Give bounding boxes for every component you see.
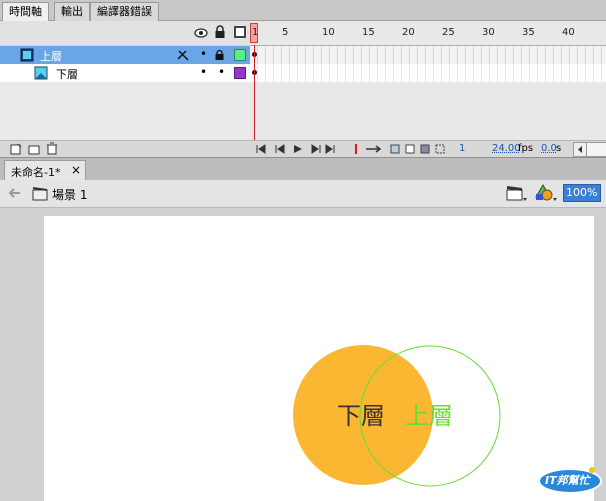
edit-bar: 場景 1 100%	[0, 180, 606, 208]
layer-name-lower: 下層	[56, 68, 78, 81]
trash-icon[interactable]	[46, 142, 58, 155]
frame-row-upper[interactable]	[250, 46, 606, 64]
ruler-label: 5	[282, 27, 289, 38]
fps-label: fps	[518, 143, 534, 154]
outline-icon[interactable]	[234, 26, 246, 38]
layer-icon	[20, 48, 34, 62]
stage[interactable]: 下層 上層	[44, 216, 594, 501]
document-tab-bar: 未命名-1* ×	[0, 157, 606, 181]
ruler-label: 40	[562, 27, 575, 38]
ruler-label: 20	[402, 27, 415, 38]
layer-row-lower[interactable]: 下層 • •	[0, 64, 250, 82]
scene-clapper-icon	[32, 187, 48, 201]
new-layer-icon[interactable]	[10, 143, 22, 155]
edit-scene-icon[interactable]	[506, 184, 528, 202]
pencil-cross-icon	[177, 50, 189, 61]
new-folder-icon[interactable]	[28, 143, 40, 155]
upper-text[interactable]: 上層	[405, 402, 453, 430]
watermark: IT邦幫忙	[537, 464, 603, 494]
zoom-value: 100%	[566, 186, 598, 199]
ruler-label: 30	[482, 27, 495, 38]
tab-compiler-errors-label: 編譯器錯誤	[97, 5, 152, 18]
layer-color-swatch[interactable]	[234, 49, 246, 61]
scroll-left-button[interactable]	[573, 142, 587, 157]
current-frame[interactable]: 1	[459, 143, 465, 154]
edit-multiple-frames-icon[interactable]	[390, 143, 448, 155]
tab-output-label: 輸出	[61, 5, 83, 18]
edit-symbols-icon[interactable]	[533, 183, 559, 203]
scene-label: 場景 1	[52, 188, 88, 202]
frame-row-lower[interactable]	[250, 64, 606, 82]
lock-icon[interactable]	[214, 49, 225, 61]
ruler-label: 35	[522, 27, 535, 38]
tab-output[interactable]: 輸出	[54, 2, 90, 21]
time-unit-label: s	[556, 143, 562, 154]
layer-color-swatch[interactable]	[234, 67, 246, 79]
frame-rate[interactable]: 24.00	[492, 143, 521, 154]
ruler-label: 1	[252, 27, 259, 38]
onion-skin-icon[interactable]	[352, 143, 386, 155]
horizontal-scrollbar[interactable]	[586, 142, 606, 157]
tab-timeline-label: 時間軸	[9, 5, 42, 18]
ruler-label: 10	[322, 27, 335, 38]
frame-ruler[interactable]: 1 5 10 15 20 25 30 35 40	[250, 21, 606, 46]
masked-layer-icon	[34, 66, 48, 80]
elapsed-time[interactable]: 0.0	[541, 143, 557, 154]
frames-empty-area	[250, 82, 606, 140]
tab-compiler-errors[interactable]: 編譯器錯誤	[90, 2, 159, 21]
visibility-dot[interactable]: •	[200, 47, 207, 61]
watermark-text: IT邦幫忙	[545, 474, 590, 487]
lower-text[interactable]: 下層	[337, 402, 385, 430]
ruler-label: 25	[442, 27, 455, 38]
layer-header	[0, 21, 250, 45]
visibility-dot[interactable]: •	[200, 65, 207, 79]
stage-artwork: 下層 上層	[293, 345, 501, 487]
layer-name-upper: 上層	[40, 50, 62, 63]
close-icon[interactable]: ×	[71, 163, 81, 177]
lock-dot[interactable]: •	[218, 65, 225, 79]
layer-row-upper[interactable]: 上層 •	[0, 46, 250, 64]
back-arrow-icon[interactable]	[8, 187, 22, 199]
document-tab-label: 未命名-1*	[11, 166, 61, 179]
panel-tab-bar: 時間軸 輸出 編譯器錯誤	[0, 0, 606, 21]
eye-icon[interactable]	[194, 27, 208, 39]
ruler-label: 15	[362, 27, 375, 38]
document-tab[interactable]: 未命名-1* ×	[4, 160, 86, 181]
lock-icon[interactable]	[214, 25, 226, 39]
zoom-input[interactable]: 100%	[563, 184, 601, 202]
tab-timeline[interactable]: 時間軸	[2, 2, 49, 21]
layer-list: 上層 • 下層 • •	[0, 46, 250, 140]
timeline-controls: 1 24.00 fps 0.0 s	[0, 140, 606, 157]
playback-controls-icon[interactable]	[256, 144, 336, 154]
